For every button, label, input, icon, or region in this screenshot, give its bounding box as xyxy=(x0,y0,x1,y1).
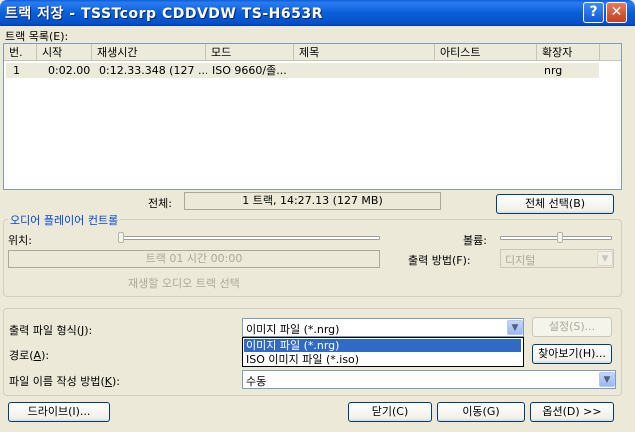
drive-button[interactable]: 드라이브(I)... xyxy=(8,402,110,422)
volume-slider[interactable] xyxy=(500,232,612,244)
output-format-value: 이미지 파일 (*.nrg) xyxy=(246,323,340,336)
track-list[interactable]: 번. 시작 재생시간 모드 제목 아티스트 확장자 1 0:02.00 0:12… xyxy=(3,43,622,190)
naming-method-label: 파일 이름 작성 방법(K): xyxy=(9,375,120,388)
output-format-select[interactable]: 이미지 파일 (*.nrg) ▼ xyxy=(242,318,524,337)
output-method-value: 디지털 xyxy=(505,254,536,267)
move-button[interactable]: 이동(G) xyxy=(437,402,525,422)
audio-group-title: 오디어 플레이어 컨트롤 xyxy=(8,212,121,228)
cell-title xyxy=(300,63,434,78)
browse-button[interactable]: 찾아보기(H)... xyxy=(532,344,612,364)
chevron-down-icon[interactable]: ▼ xyxy=(597,251,613,266)
chevron-down-icon[interactable]: ▼ xyxy=(507,320,523,335)
total-label: 전체: xyxy=(148,197,172,210)
cell-extension: nrg xyxy=(544,64,563,77)
settings-button[interactable]: 설정(S)... xyxy=(532,317,612,337)
column-header-start[interactable]: 시작 xyxy=(37,44,92,61)
cell-number: 1 xyxy=(13,64,20,77)
table-row[interactable]: 1 0:02.00 0:12.33.348 (127 ... ISO 9660/… xyxy=(6,63,599,78)
track-time-display: 트랙 01 시간 00:00 xyxy=(8,250,380,268)
output-method-select[interactable]: 디지털 ▼ xyxy=(500,249,614,268)
help-button[interactable]: ? xyxy=(583,2,604,23)
cell-duration: 0:12.33.348 (127 ... xyxy=(99,64,207,77)
volume-slider-track xyxy=(500,236,612,240)
volume-label: 볼륨: xyxy=(463,234,487,247)
position-slider[interactable] xyxy=(118,232,380,244)
cell-mode: ISO 9660/졸... xyxy=(212,64,287,77)
path-label: 경로(A): xyxy=(9,349,50,362)
dropdown-option-nrg[interactable]: 이미지 파일 (*.nrg) xyxy=(244,339,521,352)
total-value: 1 트랙, 14:27.13 (127 MB) xyxy=(184,192,441,210)
close-icon[interactable]: ✕ xyxy=(606,2,627,23)
title-bar: 트랙 저장 - TSSTcorp CDDVDW TS-H653R ? ✕ xyxy=(0,0,635,26)
output-format-label: 출력 파일 형식(J): xyxy=(9,324,93,337)
chevron-down-icon[interactable]: ▼ xyxy=(599,372,615,387)
naming-method-value: 수동 xyxy=(246,375,267,388)
column-header-title[interactable]: 제목 xyxy=(294,44,435,61)
track-list-header: 번. 시작 재생시간 모드 제목 아티스트 확장자 xyxy=(4,44,621,61)
options-button[interactable]: 옵션(D) >> xyxy=(530,402,614,422)
select-all-button[interactable]: 전체 선택(B) xyxy=(496,194,614,214)
volume-slider-thumb[interactable] xyxy=(557,232,563,243)
output-format-dropdown[interactable]: 이미지 파일 (*.nrg) ISO 이미지 파일 (*.iso) xyxy=(242,337,524,367)
track-list-label: 트랙 목록(E): xyxy=(5,30,69,43)
position-slider-thumb[interactable] xyxy=(118,232,124,243)
position-slider-track xyxy=(118,236,380,240)
dropdown-option-iso[interactable]: ISO 이미지 파일 (*.iso) xyxy=(244,353,521,366)
window-title: 트랙 저장 - TSSTcorp CDDVDW TS-H653R xyxy=(5,6,323,22)
close-button[interactable]: 닫기(C) xyxy=(348,402,432,422)
cell-start: 0:02.00 xyxy=(48,64,91,77)
column-header-extension[interactable]: 확장자 xyxy=(537,44,600,61)
output-method-label: 출력 방법(F): xyxy=(408,254,471,267)
column-header-mode[interactable]: 모드 xyxy=(206,44,294,61)
column-header-duration[interactable]: 재생시간 xyxy=(92,44,206,61)
column-header-artist[interactable]: 아티스트 xyxy=(435,44,537,61)
audio-hint: 재생할 오디오 트랙 선택 xyxy=(128,277,240,290)
naming-method-select[interactable]: 수동 ▼ xyxy=(242,370,616,389)
cell-artist xyxy=(441,63,537,78)
column-header-number[interactable]: 번. xyxy=(4,44,37,61)
position-label: 위치: xyxy=(8,234,32,247)
